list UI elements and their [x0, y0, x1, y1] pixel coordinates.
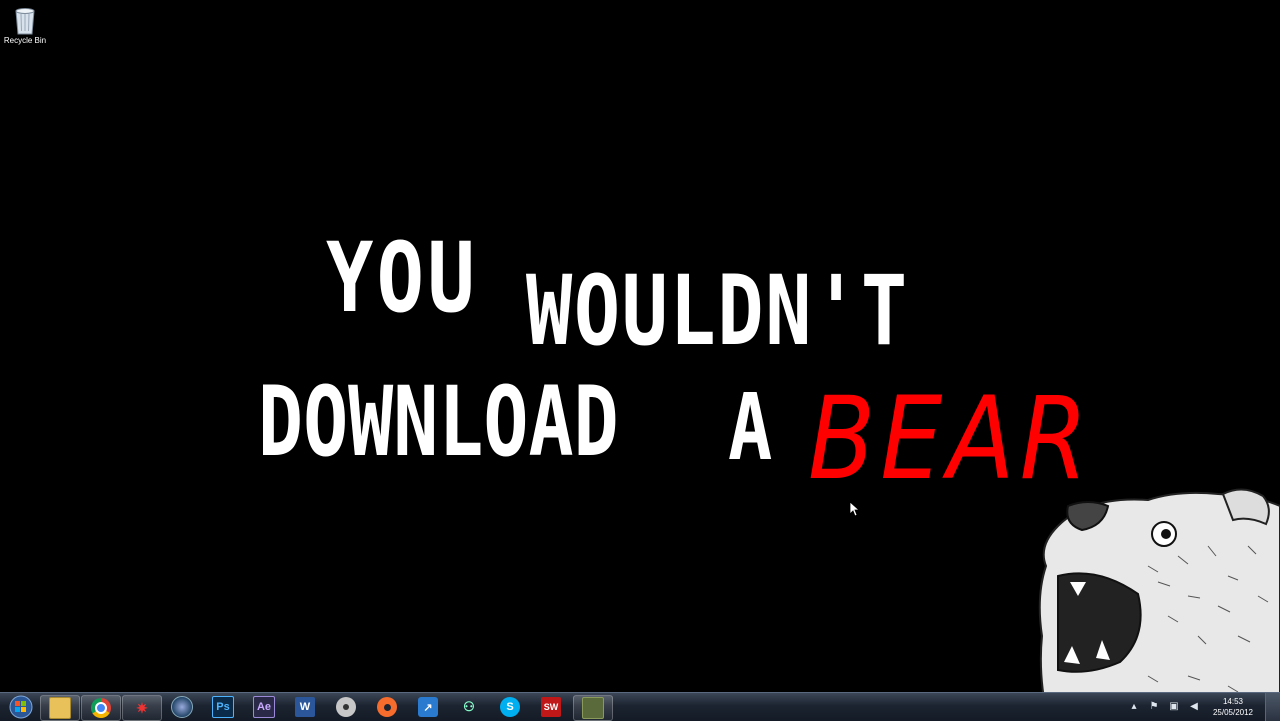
notification-area: ▴ ⚑ ▣ ◀	[1128, 695, 1200, 719]
bear-illustration	[1038, 488, 1280, 720]
taskbar-network-people-button[interactable]: ⚇	[450, 695, 488, 719]
show-desktop-button[interactable]	[1265, 693, 1280, 721]
recycle-bin-shortcut[interactable]: Recycle Bin	[2, 4, 48, 46]
taskbar-app-blue-arrow-button[interactable]: ↗	[409, 695, 447, 719]
wallpaper-text-download: DOWNLOAD	[258, 366, 619, 478]
taskbar-chrome-button[interactable]	[81, 695, 121, 721]
wallpaper-text-you: YOU	[326, 222, 479, 334]
taskbar-word-button[interactable]: W	[286, 695, 324, 719]
desktop[interactable]: Recycle Bin YOU WOULDN'T DOWNLOAD A BEAR	[0, 0, 1280, 720]
taskbar-steam-button[interactable]	[327, 695, 365, 719]
windows-start-orb-icon[interactable]	[2, 694, 40, 720]
photoshop-icon: Ps	[212, 696, 234, 718]
steam-icon	[336, 697, 356, 717]
mouse-cursor-icon	[850, 502, 860, 517]
app-blue-arrow-icon: ↗	[418, 697, 438, 717]
windows-explorer-icon	[49, 697, 71, 719]
recycle-bin-label: Recycle Bin	[3, 36, 47, 45]
taskbar-app-red-logo-button[interactable]: ✷	[122, 695, 162, 721]
app-blue-globe-icon	[171, 696, 193, 718]
network-icon[interactable]: ▣	[1168, 701, 1180, 713]
google-chrome-icon	[91, 698, 111, 718]
taskbar-skype-button[interactable]: S	[491, 695, 529, 719]
app-red-logo-icon: ✷	[136, 699, 148, 716]
taskbar-origin-button[interactable]	[368, 695, 406, 719]
taskbar-app-sw-button[interactable]: SW	[532, 695, 570, 719]
taskbar-app-game-button[interactable]	[573, 695, 613, 721]
wallpaper-text-a: A	[728, 374, 773, 481]
skype-icon: S	[500, 697, 520, 717]
volume-icon[interactable]: ◀	[1188, 701, 1200, 713]
action-center-flag-icon[interactable]: ⚑	[1148, 701, 1160, 713]
app-game-icon	[582, 697, 604, 719]
taskbar-photoshop-button[interactable]: Ps	[204, 695, 242, 719]
after-effects-icon: Ae	[253, 696, 275, 718]
origin-icon	[377, 697, 397, 717]
taskbar-explorer-button[interactable]	[40, 695, 80, 721]
word-icon: W	[295, 697, 315, 717]
recycle-bin-icon	[15, 8, 35, 35]
taskbar-app-blue-globe-button[interactable]	[163, 695, 201, 719]
network-people-icon: ⚇	[463, 699, 475, 714]
taskbar: ✷ Ps Ae W ↗ ⚇ S SW ▴ ⚑ ▣ ◀ 14:53 25/05/2…	[0, 692, 1280, 721]
wallpaper-text-wouldnt: WOULDN'T	[526, 255, 909, 367]
clock-date: 25/05/2012	[1212, 708, 1254, 717]
show-hidden-icons-icon[interactable]: ▴	[1128, 701, 1140, 713]
clock[interactable]: 14:53 25/05/2012	[1208, 696, 1258, 718]
clock-time: 14:53	[1222, 697, 1244, 706]
app-sw-icon: SW	[541, 697, 561, 717]
taskbar-after-effects-button[interactable]: Ae	[245, 695, 283, 719]
